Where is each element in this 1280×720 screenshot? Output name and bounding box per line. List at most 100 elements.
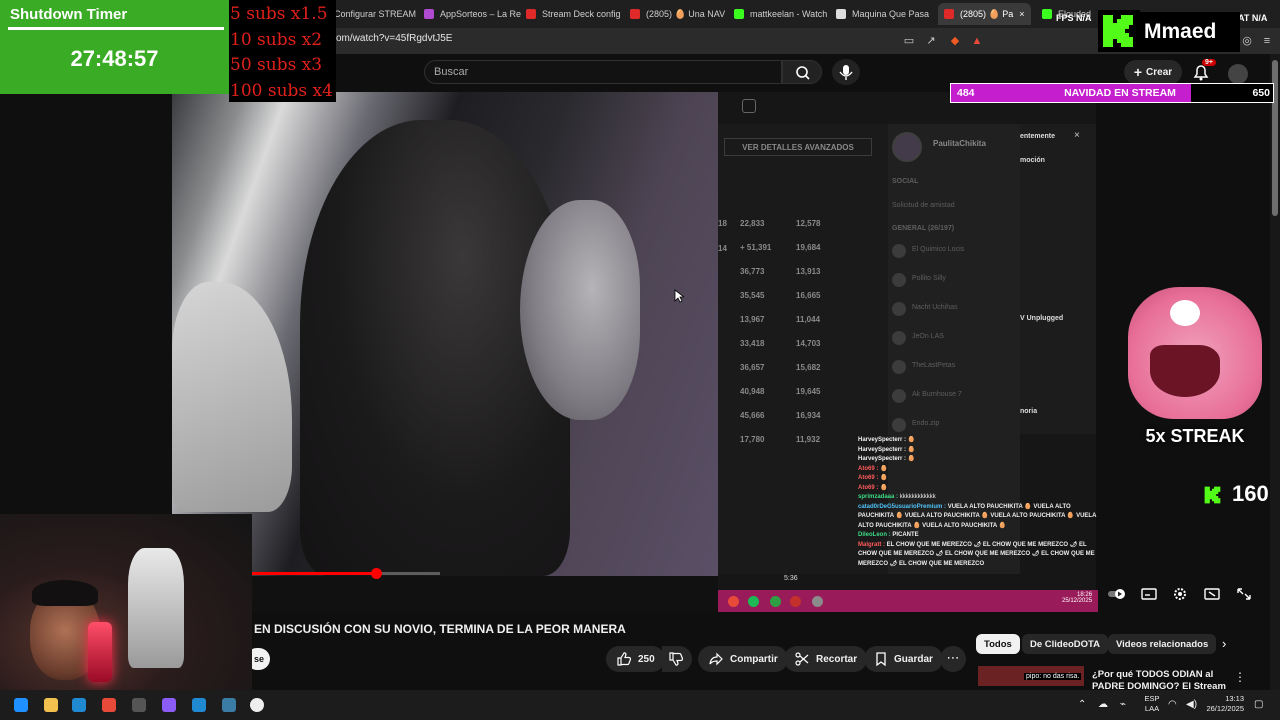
usb-icon[interactable]: ⌁ (1120, 700, 1126, 710)
language-layout: LAA (1144, 704, 1160, 713)
autoplay-toggle[interactable] (1106, 586, 1125, 602)
fps-readout: FPS N/A (1056, 13, 1092, 23)
kick-counter: 160 (1232, 481, 1269, 506)
subs-rule: 10 subs x2 (230, 30, 323, 50)
cloud-icon[interactable]: ☁ (1098, 700, 1108, 710)
friend-group-label: GENERAL (26/197) (892, 225, 955, 232)
browser-menu-icon[interactable]: ◎ (1240, 34, 1254, 48)
browser-tab[interactable]: (2805) 🥚 Pa × (938, 3, 1031, 25)
chat-username: Ato69 : (858, 475, 879, 481)
chat-text: EL CHOW QUE ME MEREZCO 🌶 EL CHOW QUE ME … (858, 541, 1095, 567)
edge-number: 14 (718, 244, 727, 253)
shutdown-timer-value: 27:48:57 (70, 46, 159, 71)
browser-tab[interactable]: (2805) 🥚 Una NAV (630, 3, 725, 25)
fps-label: FPS (1056, 13, 1074, 23)
save-button[interactable]: Guardar (864, 646, 943, 672)
friend-name: Nacht Uchihas (912, 304, 958, 311)
filter-chip[interactable]: Videos relacionados (1108, 634, 1217, 654)
chat-message: Malgratt : EL CHOW QUE ME MEREZCO 🌶 EL C… (858, 541, 1098, 570)
tab-label: (2805) 🥚 Una NAV (646, 8, 726, 19)
system-clock[interactable]: 13:13 26/12/2025 (1204, 694, 1244, 714)
filter-chip[interactable]: De ClideoDOTA (1022, 634, 1109, 654)
browser-tab[interactable]: Maquina Que Pasa (836, 3, 929, 25)
tab-close-icon[interactable]: × (1019, 9, 1024, 19)
video-title: EN DISCUSIÓN CON SU NOVIO, TERMINA DE LA… (254, 622, 626, 636)
search-placeholder: Buscar (434, 66, 469, 78)
chat-text: PICANTE (892, 532, 919, 538)
chat-username: HarveySpecterr : (858, 437, 907, 443)
progress-scrubber[interactable] (371, 568, 383, 579)
windows-start-icon[interactable] (14, 698, 28, 712)
browser-tab[interactable]: AppSorteos – La Re (424, 3, 521, 25)
app-icon[interactable] (162, 698, 176, 712)
browser-more-icon[interactable]: ≡ (1260, 34, 1274, 48)
sub-goal-current: 484 (957, 87, 975, 99)
kick-username: Mmaed (1144, 20, 1217, 43)
tab-favicon-icon (630, 9, 640, 19)
close-icon: × (1074, 130, 1080, 141)
match-stat-value: 40,948 (740, 387, 765, 396)
miniplayer-button[interactable] (1203, 586, 1221, 602)
obs-icon[interactable] (250, 698, 264, 712)
fullscreen-button[interactable] (1235, 586, 1253, 602)
more-actions-button[interactable]: ⋯ (940, 646, 966, 672)
friend-name: El Quimico Locis (912, 246, 965, 253)
brave-shield-icon[interactable]: ◆ (948, 34, 962, 48)
share-page-icon[interactable]: ↗ (924, 34, 938, 48)
search-icon (796, 66, 810, 80)
brave-icon[interactable] (102, 698, 116, 712)
related-menu-icon[interactable]: ⋮ (1234, 670, 1246, 684)
chat-message: Ato69 : 🥚 (858, 465, 1098, 475)
app-icon[interactable] (192, 698, 206, 712)
match-stat-value: 19,645 (796, 387, 821, 396)
app-icon[interactable] (72, 698, 86, 712)
friend-avatar (892, 360, 906, 374)
friend-name: Ak Burnhouse 7 (912, 391, 962, 398)
file-explorer-icon[interactable] (44, 698, 58, 712)
match-stat-value: 22,833 (740, 219, 765, 228)
create-label: Crear (1146, 66, 1173, 78)
volume-icon[interactable]: ◀) (1186, 700, 1197, 710)
share-button[interactable]: Compartir (698, 646, 788, 672)
chevron-up-icon[interactable]: ⌃ (1078, 700, 1086, 710)
subtitles-button[interactable] (1140, 586, 1158, 602)
dislike-button[interactable] (662, 646, 692, 672)
search-button[interactable] (782, 60, 822, 84)
wifi-icon[interactable]: ◠ (1168, 700, 1177, 710)
clip-button[interactable]: Recortar (784, 646, 868, 672)
friend-avatar (892, 302, 906, 316)
brave-rewards-icon[interactable]: ▲ (970, 34, 984, 48)
notifications-button[interactable]: 9+ (1190, 59, 1216, 82)
match-stat-value: 35,545 (740, 291, 765, 300)
search-input[interactable] (424, 60, 782, 84)
match-stat-value: 14,703 (796, 339, 821, 348)
create-button[interactable]: + Crear (1124, 60, 1182, 84)
filter-chip[interactable]: Todos (976, 634, 1020, 654)
tab-favicon-icon (424, 9, 434, 19)
chat-message: DileoLeon : PICANTE (858, 531, 1098, 541)
voice-search-button[interactable] (832, 59, 860, 85)
tab-favicon-icon (836, 9, 846, 19)
settings-button[interactable] (1171, 586, 1189, 602)
kick-small-icon (1202, 484, 1224, 506)
edge-number: 18 (718, 219, 727, 228)
app-icon[interactable] (132, 698, 146, 712)
gear-icon (1174, 588, 1186, 600)
app-icon[interactable] (222, 698, 236, 712)
tab-label: Maquina Que Pasa (852, 9, 930, 19)
browser-tab[interactable]: Stream Deck config (526, 3, 621, 25)
chevron-right-icon[interactable]: › (1222, 636, 1226, 651)
install-icon[interactable]: ▭ (902, 34, 916, 48)
language-indicator[interactable]: ESP LAA (1140, 694, 1164, 714)
url-text[interactable]: om/watch?v=45fRgdvtJ5E (336, 33, 452, 44)
save-label: Guardar (894, 653, 933, 665)
side-menu-item: noria (1020, 408, 1038, 415)
browser-tab[interactable]: mattkeelan - Watch (734, 3, 827, 25)
match-stat-value: 16,665 (796, 291, 821, 300)
like-button[interactable]: 250 (606, 646, 665, 672)
match-stat-value: 11,044 (796, 315, 821, 324)
notification-center-icon[interactable]: ▢ (1254, 700, 1263, 710)
match-stat-value: 12,578 (796, 219, 821, 228)
avatar[interactable] (1228, 64, 1248, 84)
webcam-streamer-hair (32, 580, 98, 606)
